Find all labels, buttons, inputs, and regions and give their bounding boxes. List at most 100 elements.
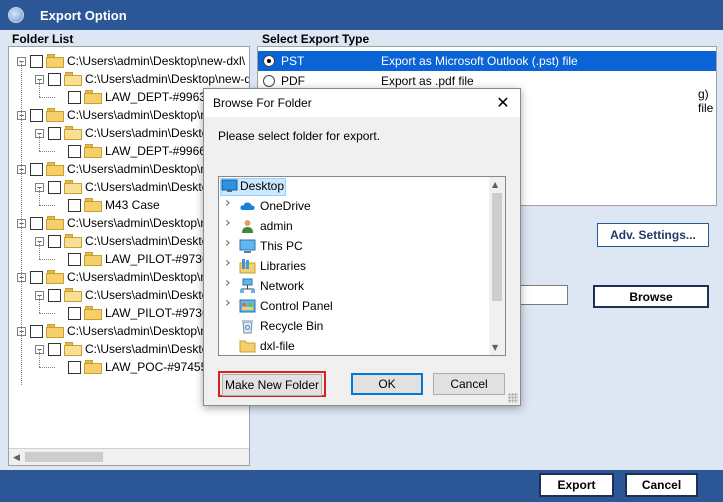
tree-item[interactable]: LAW_PILOT-#97367 — [55, 250, 215, 268]
tree-item[interactable]: − C:\Users\admin\Desktop\n — [17, 214, 207, 232]
tree-item[interactable]: − C:\Users\admin\Desktop\n — [17, 268, 207, 286]
tree-checkbox[interactable] — [68, 360, 81, 374]
tree-checkbox[interactable] — [68, 144, 81, 158]
tree-connector — [39, 241, 40, 259]
make-new-folder-button[interactable]: Make New Folder — [222, 374, 322, 396]
folder-browser-item[interactable]: › Network — [219, 276, 489, 297]
chevron-right-icon[interactable]: › — [225, 256, 235, 270]
tree-checkbox[interactable] — [30, 108, 43, 122]
close-icon[interactable]: ✕ — [494, 94, 512, 112]
tree-checkbox[interactable] — [30, 162, 43, 176]
tree-checkbox[interactable] — [48, 342, 61, 356]
tree-checkbox[interactable] — [48, 288, 61, 302]
bottom-bar — [0, 470, 723, 502]
folder-browser-item[interactable]: › OneDrive — [219, 196, 489, 217]
radio-button[interactable] — [263, 75, 275, 87]
folder-icon — [46, 108, 64, 122]
scroll-up-arrow-icon[interactable]: ▲ — [492, 180, 498, 189]
export-type-description: g) file — [698, 87, 714, 115]
window-title: Export Option — [40, 7, 127, 23]
dialog-cancel-button[interactable]: Cancel — [433, 373, 505, 395]
tree-item[interactable]: − C:\Users\admin\Desktop\n — [17, 160, 207, 178]
tree-item[interactable]: − C:\Users\admin\Desktop — [35, 178, 215, 196]
tree-checkbox[interactable] — [30, 270, 43, 284]
export-type-option[interactable]: PST Export as Microsoft Outlook (.pst) fi… — [258, 51, 716, 71]
tree-checkbox[interactable] — [30, 216, 43, 230]
tree-item[interactable]: − C:\Users\admin\Desktop\new-dxl\ — [17, 52, 245, 70]
dialog-title: Browse For Folder — [213, 96, 312, 110]
chevron-right-icon[interactable]: › — [225, 296, 235, 310]
tree-item[interactable]: − C:\Users\admin\Desktop\n — [17, 106, 207, 124]
browse-button[interactable]: Browse — [593, 285, 709, 308]
tree-item[interactable]: LAW_DEPT-#99667 — [55, 142, 213, 160]
tree-item-label: LAW_DEPT-#99630 — [105, 90, 213, 104]
tree-checkbox[interactable] — [68, 90, 81, 104]
scrollbar-thumb[interactable] — [492, 193, 502, 301]
tree-checkbox[interactable] — [30, 54, 43, 68]
scrollbar-thumb[interactable] — [25, 452, 103, 462]
folder-browser-item[interactable]: Desktop — [219, 177, 489, 197]
tree-connector — [21, 61, 22, 115]
item-highlight — [220, 318, 228, 336]
tree-item[interactable]: LAW_DEPT-#99630 — [55, 88, 213, 106]
folder-icon — [46, 270, 64, 284]
adv-settings-button[interactable]: Adv. Settings... — [597, 223, 709, 247]
scroll-left-arrow-icon[interactable]: ◀ — [13, 452, 20, 463]
tree-checkbox[interactable] — [48, 180, 61, 194]
chevron-right-icon[interactable]: › — [225, 196, 235, 210]
tree-checkbox[interactable] — [48, 234, 61, 248]
tree-checkbox[interactable] — [68, 252, 81, 266]
chevron-right-icon[interactable]: › — [225, 236, 235, 250]
tree-item[interactable]: LAW_POC-#974550 — [55, 358, 214, 376]
folder-icon — [64, 234, 82, 248]
tree-item[interactable]: LAW_PILOT-#97367 — [55, 304, 215, 322]
horizontal-scrollbar[interactable]: ◀ — [9, 448, 249, 465]
folder-icon — [46, 324, 64, 338]
scroll-down-arrow-icon[interactable]: ▼ — [492, 343, 498, 352]
folder-browser-item[interactable]: Recycle Bin — [219, 317, 489, 337]
folder-browser-list[interactable]: dxl-file Recycle Bin › Control Panel › Networ… — [218, 176, 506, 356]
tree-checkbox[interactable] — [68, 198, 81, 212]
tree-item-label: C:\Users\admin\Desktop — [85, 126, 216, 140]
app-icon — [8, 7, 24, 23]
folder-browser-item[interactable]: › This PC — [219, 236, 489, 257]
tree-checkbox[interactable] — [48, 72, 61, 86]
browse-folder-dialog: Browse For Folder ✕ Please select folder… — [203, 88, 521, 406]
tree-connector — [39, 79, 40, 97]
folder-browser-item-label: Desktop — [240, 179, 285, 193]
tree-item[interactable]: − C:\Users\admin\Desktop — [35, 340, 215, 358]
folder-browser-item[interactable]: dxl-file — [219, 337, 489, 355]
cloud-icon — [239, 198, 256, 214]
folder-browser-item-label: Control Panel — [260, 299, 333, 313]
cancel-button[interactable]: Cancel — [625, 473, 698, 497]
tree-item[interactable]: − C:\Users\admin\Desktop — [35, 124, 215, 142]
tree-item-label: LAW_POC-#974550 — [105, 360, 214, 374]
folder-browser-item-label: Libraries — [260, 259, 307, 273]
tree-checkbox[interactable] — [30, 324, 43, 338]
folder-browser-item[interactable]: › admin — [219, 216, 489, 237]
export-type-title: Select Export Type — [262, 32, 370, 46]
ok-button[interactable]: OK — [351, 373, 423, 395]
tree-item-label: LAW_PILOT-#97367 — [105, 306, 216, 320]
export-type-name: PDF — [281, 74, 305, 88]
export-button[interactable]: Export — [539, 473, 614, 497]
tree-item[interactable]: − C:\Users\admin\Desktop\n — [17, 322, 207, 340]
folder-browser-item[interactable]: › Control Panel — [219, 296, 489, 317]
resize-grip-icon[interactable] — [508, 393, 518, 403]
export-type-name: PST — [281, 54, 305, 68]
tree-item[interactable]: M43 Case — [55, 196, 160, 214]
tree-item[interactable]: − C:\Users\admin\Desktop\new-d — [35, 70, 249, 88]
chevron-right-icon[interactable]: › — [225, 276, 235, 290]
tree-item-label: M43 Case — [105, 198, 160, 212]
folder-browser-item[interactable]: › Libraries — [219, 256, 489, 277]
tree-checkbox[interactable] — [68, 306, 81, 320]
chevron-right-icon[interactable]: › — [225, 216, 235, 230]
tree-item-label: C:\Users\admin\Desktop — [85, 288, 216, 302]
radio-button[interactable] — [263, 55, 275, 67]
libraries-icon — [239, 258, 256, 274]
tree-item[interactable]: − C:\Users\admin\Desktop — [35, 286, 215, 304]
tree-checkbox[interactable] — [48, 126, 61, 140]
vertical-scrollbar[interactable]: ▲ ▼ — [489, 177, 505, 355]
tree-item[interactable]: − C:\Users\admin\Desktop — [35, 232, 215, 250]
tree-connector — [21, 223, 22, 277]
